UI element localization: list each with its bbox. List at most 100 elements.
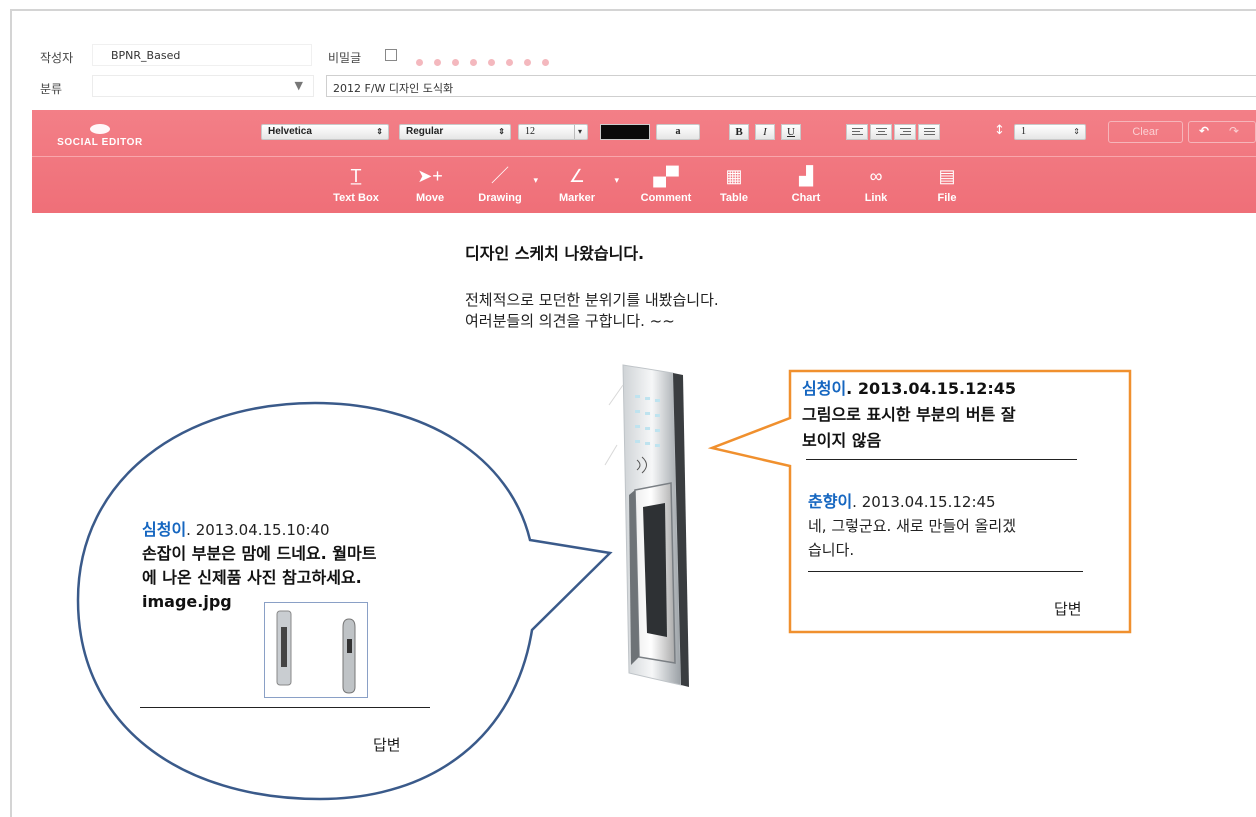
font-size-select[interactable]: 12 ▾ bbox=[518, 124, 588, 140]
title-input[interactable]: 2012 F/W 디자인 도식화 bbox=[326, 75, 1256, 97]
align-justify-button[interactable] bbox=[918, 124, 940, 140]
font-style-value: Regular bbox=[406, 126, 444, 137]
post-body-line: 여러분들의 의견을 구합니다. ~~ bbox=[465, 312, 675, 330]
comment-author[interactable]: 심청이 bbox=[142, 520, 186, 539]
text-color-swatch[interactable] bbox=[600, 124, 650, 140]
bold-button[interactable]: B bbox=[729, 124, 749, 140]
comment-text: 보이지 않음 bbox=[802, 431, 882, 450]
comment-author[interactable]: 춘향이 bbox=[808, 492, 852, 511]
line-spacing-value: 1 bbox=[1021, 126, 1026, 137]
tool-comment[interactable]: ▄▀ Comment bbox=[630, 164, 702, 204]
tool-file[interactable]: ▤ File bbox=[925, 164, 969, 204]
comment-divider bbox=[808, 571, 1083, 572]
logo-text: SOCIAL EDITOR bbox=[57, 137, 143, 148]
highlight-button[interactable]: a bbox=[656, 124, 700, 140]
line-spacing-select[interactable]: 1 ⇕ bbox=[1014, 124, 1086, 140]
right-comment: 심청이. 2013.04.15.12:45 그림으로 표시한 부분의 버튼 잘 … bbox=[802, 376, 1016, 454]
tool-chart[interactable]: ▟ Chart bbox=[780, 164, 832, 204]
category-select[interactable]: ▼ bbox=[92, 75, 314, 97]
font-size-value: 12 bbox=[525, 126, 535, 137]
category-label: 분류 bbox=[40, 82, 63, 96]
table-icon: ▦ bbox=[725, 166, 743, 186]
comment-author[interactable]: 심청이 bbox=[802, 379, 846, 398]
redo-icon[interactable]: ↷ bbox=[1229, 124, 1239, 138]
pencil-icon: ／ bbox=[491, 166, 509, 186]
align-right-button[interactable] bbox=[894, 124, 916, 140]
italic-button[interactable]: I bbox=[755, 124, 775, 140]
tool-move[interactable]: ➤+ Move bbox=[405, 164, 455, 204]
clear-label: Clear bbox=[1132, 126, 1159, 138]
highlight-label: a bbox=[675, 126, 681, 137]
attachment-thumbnail[interactable] bbox=[264, 602, 368, 698]
dropdown-arrow-icon: ▼ bbox=[294, 79, 303, 92]
password-dots[interactable] bbox=[416, 51, 560, 70]
comment-divider bbox=[806, 459, 1077, 460]
tool-link[interactable]: ∞ Link bbox=[854, 164, 898, 204]
left-reply-button[interactable]: 답변 bbox=[373, 734, 401, 755]
underline-label: U bbox=[787, 126, 795, 138]
tool-label: Move bbox=[415, 192, 445, 204]
marker-dropdown-icon[interactable]: ▾ bbox=[614, 175, 619, 186]
tool-table[interactable]: ▦ Table bbox=[712, 164, 756, 204]
move-icon: ➤+ bbox=[417, 166, 443, 186]
social-editor-toolbar: SOCIAL EDITOR Helvetica ⇕ Regular ⇕ 12 ▾ a … bbox=[32, 110, 1256, 213]
select-arrow-icon: ▾ bbox=[573, 125, 582, 139]
tool-label: Table bbox=[720, 192, 748, 204]
door-handle-photo bbox=[276, 610, 356, 694]
tool-text-box[interactable]: T̲ Text Box bbox=[324, 164, 388, 204]
post-body-line: 전체적으로 모던한 분위기를 내봤습니다. bbox=[465, 291, 719, 309]
file-icon: ▤ bbox=[938, 166, 956, 186]
align-left-button[interactable] bbox=[846, 124, 868, 140]
author-label: 작성자 bbox=[40, 51, 74, 65]
chart-icon: ▟ bbox=[799, 166, 813, 186]
right-reply-button[interactable]: 답변 bbox=[1054, 598, 1082, 619]
comment-text: 손잡이 부분은 맘에 드네요. 월마트 bbox=[142, 544, 377, 563]
comment-text: 습니다. bbox=[808, 541, 855, 559]
social-editor-logo: SOCIAL EDITOR bbox=[42, 124, 158, 148]
drawing-dropdown-icon[interactable]: ▾ bbox=[533, 175, 538, 186]
marker-icon: ∠ bbox=[568, 166, 586, 186]
tool-drawing[interactable]: ／ Drawing ▾ bbox=[466, 164, 538, 204]
comment-icon: ▄▀ bbox=[653, 166, 679, 186]
secret-checkbox[interactable] bbox=[385, 49, 397, 61]
clear-button[interactable]: Clear bbox=[1108, 121, 1183, 143]
comment-timestamp: . 2013.04.15.12:45 bbox=[846, 379, 1017, 398]
left-comment: 심청이. 2013.04.15.10:40 손잡이 부분은 맘에 드네요. 월마… bbox=[142, 518, 376, 614]
underline-button[interactable]: U bbox=[781, 124, 801, 140]
line-spacing-icon: ↕ bbox=[994, 123, 1005, 138]
text-box-icon: T̲ bbox=[350, 166, 362, 186]
tool-label: Drawing bbox=[478, 192, 522, 204]
tool-label: Link bbox=[864, 192, 888, 204]
select-arrow-icon: ⇕ bbox=[376, 127, 383, 136]
author-value: BPNR_Based bbox=[111, 49, 181, 62]
tool-label: File bbox=[937, 192, 957, 204]
author-field: BPNR_Based bbox=[92, 44, 312, 66]
tool-label: Marker bbox=[558, 192, 596, 204]
link-icon: ∞ bbox=[869, 166, 883, 186]
font-family-select[interactable]: Helvetica ⇕ bbox=[261, 124, 389, 140]
title-value: 2012 F/W 디자인 도식화 bbox=[333, 82, 454, 95]
font-family-value: Helvetica bbox=[268, 126, 312, 137]
bold-label: B bbox=[735, 126, 743, 138]
comment-text: 그림으로 표시한 부분의 버튼 잘 bbox=[802, 405, 1016, 424]
undo-redo-group: ↶ ↷ bbox=[1188, 121, 1256, 143]
font-style-select[interactable]: Regular ⇕ bbox=[399, 124, 511, 140]
select-arrow-icon: ⇕ bbox=[1073, 127, 1080, 136]
undo-icon[interactable]: ↶ bbox=[1199, 124, 1209, 138]
comment-text: 네, 그렇군요. 새로 만들어 올리겠 bbox=[808, 517, 1017, 535]
tool-label: Text Box bbox=[333, 192, 379, 204]
tool-marker[interactable]: ∠ Marker ▾ bbox=[543, 164, 619, 204]
post-body: 전체적으로 모던한 분위기를 내봤습니다. 여러분들의 의견을 구합니다. ~~ bbox=[465, 290, 719, 332]
toolbar-divider bbox=[32, 156, 1256, 157]
comment-divider bbox=[140, 707, 430, 708]
align-center-button[interactable] bbox=[870, 124, 892, 140]
select-arrow-icon: ⇕ bbox=[498, 127, 505, 136]
italic-label: I bbox=[763, 126, 767, 138]
comment-timestamp: . 2013.04.15.12:45 bbox=[852, 493, 996, 511]
secret-label: 비밀글 bbox=[328, 51, 362, 65]
post-title: 디자인 스케치 나왔습니다. bbox=[465, 244, 645, 263]
reply-comment: 춘향이. 2013.04.15.12:45 네, 그렇군요. 새로 만들어 올리… bbox=[808, 490, 1016, 562]
tool-label: Comment bbox=[640, 192, 692, 204]
comment-timestamp: . 2013.04.15.10:40 bbox=[186, 521, 330, 539]
tool-label: Chart bbox=[791, 192, 821, 204]
